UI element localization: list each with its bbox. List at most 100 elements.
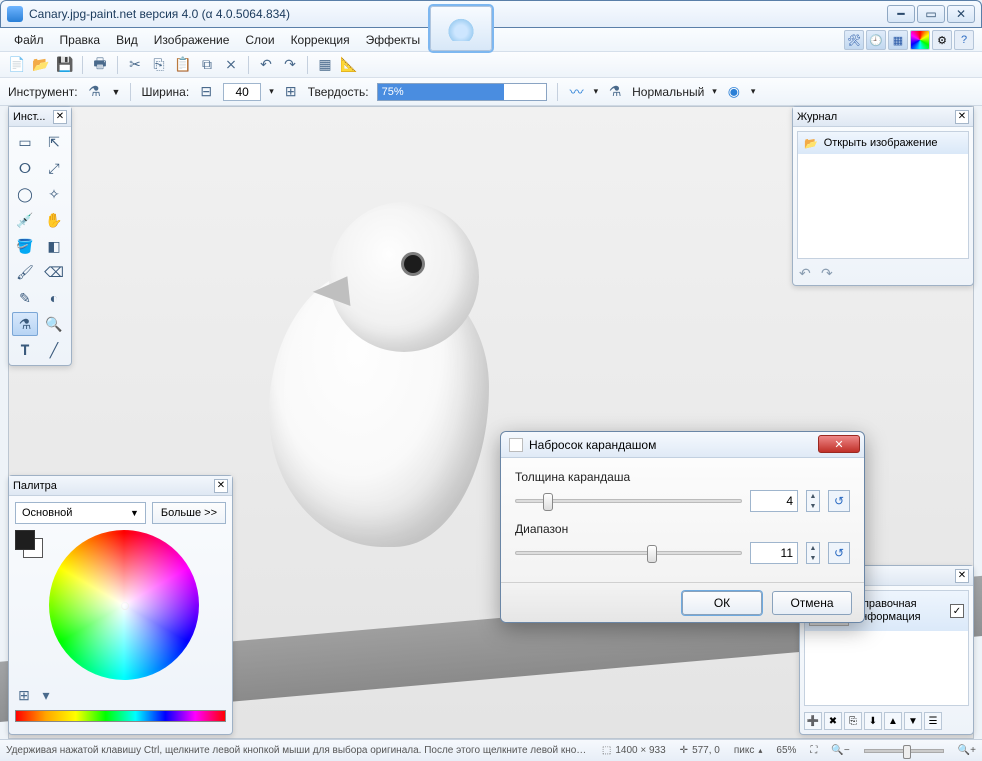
tools-window-toggle-icon[interactable]: 🛠 [844, 30, 864, 50]
color-wheel-picker[interactable] [121, 602, 129, 610]
param2-slider[interactable] [515, 551, 742, 555]
history-window-header[interactable]: Журнал ✕ [793, 107, 973, 127]
open-icon[interactable]: 📂 [32, 56, 50, 74]
tool-brush[interactable]: 🖌 [12, 260, 38, 284]
menu-view[interactable]: Вид [108, 30, 146, 50]
menu-adjust[interactable]: Коррекция [283, 30, 358, 50]
menu-layers[interactable]: Слои [237, 30, 282, 50]
redo-icon[interactable]: ↷ [281, 56, 299, 74]
tool-move-sel[interactable]: ⤢ [41, 156, 67, 180]
history-item[interactable]: 📂 Открыть изображение [798, 132, 968, 154]
save-icon[interactable]: 💾 [56, 56, 74, 74]
hardness-slider[interactable]: 75% [377, 83, 547, 101]
menu-effects[interactable]: Эффекты [358, 30, 429, 50]
history-undo-icon[interactable]: ↶ [799, 265, 817, 281]
history-window[interactable]: Журнал ✕ 📂 Открыть изображение ↶ ↷ [792, 106, 974, 286]
more-button[interactable]: Больше >> [152, 502, 226, 524]
menu-image[interactable]: Изображение [146, 30, 238, 50]
width-decrease-icon[interactable]: ⊟ [197, 83, 215, 101]
deselect-icon[interactable]: ⨯ [222, 56, 240, 74]
history-list[interactable]: 📂 Открыть изображение [797, 131, 969, 259]
width-dropdown-icon[interactable]: ▾ [269, 86, 274, 97]
new-icon[interactable]: 📄 [8, 56, 26, 74]
tools-window[interactable]: Инст... ✕ ▭ ⇱ ⵔ ⤢ ◯ ✧ 💉 ✋ 🪣 ◧ 🖌 ⌫ ✎ ◐ ⚗ … [8, 106, 72, 366]
sampling-icon[interactable]: ◉ [725, 83, 743, 101]
tool-zoom[interactable]: 🔍 [41, 312, 67, 336]
layer-up-icon[interactable]: ▲ [884, 712, 902, 730]
cut-icon[interactable]: ✂ [126, 56, 144, 74]
layer-delete-icon[interactable]: ✖ [824, 712, 842, 730]
current-tool-icon[interactable]: ⚗ [86, 83, 104, 101]
zoom-out-icon[interactable]: 🔍− [831, 745, 849, 756]
width-increase-icon[interactable]: ⊞ [282, 83, 300, 101]
minimize-button[interactable]: ━ [887, 5, 915, 23]
param1-slider[interactable] [515, 499, 742, 503]
grid-icon[interactable]: ▦ [316, 56, 334, 74]
undo-icon[interactable]: ↶ [257, 56, 275, 74]
param1-spinner[interactable]: ▲▼ [806, 490, 820, 512]
param2-reset-icon[interactable]: ↺ [828, 542, 850, 564]
param2-spinner[interactable]: ▲▼ [806, 542, 820, 564]
blend-icon[interactable]: ⚗ [606, 83, 624, 101]
copy-icon[interactable]: ⎘ [150, 56, 168, 74]
colors-window-toggle-icon[interactable] [910, 30, 930, 50]
color-swatches[interactable] [15, 530, 45, 560]
tool-pan[interactable]: ✋ [41, 208, 67, 232]
colors-window-header[interactable]: Палитра ✕ [9, 476, 232, 496]
zoom-slider[interactable] [864, 749, 944, 753]
sampling-dropdown-icon[interactable]: ▾ [751, 86, 756, 97]
layer-add-icon[interactable]: ➕ [804, 712, 822, 730]
paste-icon[interactable]: 📋 [174, 56, 192, 74]
status-units[interactable]: пикс ▴ [734, 745, 763, 756]
history-window-close-icon[interactable]: ✕ [955, 110, 969, 124]
param1-reset-icon[interactable]: ↺ [828, 490, 850, 512]
palette-strip[interactable] [15, 710, 226, 722]
tool-dropdown-icon[interactable]: ▼ [112, 87, 121, 97]
print-icon[interactable]: 🖶 [91, 56, 109, 74]
palette-manage-icon[interactable]: ▾ [37, 686, 55, 704]
effect-dialog[interactable]: Набросок карандашом ✕ Толщина карандаша … [500, 431, 865, 623]
close-button[interactable]: ✕ [947, 5, 975, 23]
blend-dropdown-icon[interactable]: ▾ [712, 86, 717, 97]
status-zoom[interactable]: 65% [776, 745, 796, 756]
param2-input[interactable] [750, 542, 798, 564]
zoom-in-icon[interactable]: 🔍+ [958, 745, 976, 756]
history-window-toggle-icon[interactable]: 🕘 [866, 30, 886, 50]
tool-lasso[interactable]: ⵔ [12, 156, 38, 180]
param1-input[interactable] [750, 490, 798, 512]
tool-pencil[interactable]: ✎ [12, 286, 38, 310]
tool-line[interactable]: ╱ [41, 338, 67, 362]
layer-merge-icon[interactable]: ⬇ [864, 712, 882, 730]
tools-window-close-icon[interactable]: ✕ [53, 110, 67, 124]
tool-text[interactable]: 𝐓 [12, 338, 38, 362]
tool-recolor[interactable]: ◐ [41, 286, 67, 310]
maximize-button[interactable]: ▭ [917, 5, 945, 23]
document-thumb[interactable] [430, 6, 492, 51]
help-icon[interactable]: ? [954, 30, 974, 50]
layer-down-icon[interactable]: ▼ [904, 712, 922, 730]
layers-window-close-icon[interactable]: ✕ [955, 569, 969, 583]
crop-icon[interactable]: ⧉ [198, 56, 216, 74]
tool-eraser[interactable]: ⌫ [41, 260, 67, 284]
aa-dropdown-icon[interactable]: ▾ [594, 86, 599, 97]
colors-window-close-icon[interactable]: ✕ [214, 479, 228, 493]
menu-file[interactable]: Файл [6, 30, 52, 50]
menu-edit[interactable]: Правка [52, 30, 109, 50]
colors-window[interactable]: Палитра ✕ Основной ▼ Больше >> [8, 475, 233, 735]
tool-move[interactable]: ⇱ [41, 130, 67, 154]
color-mode-dropdown[interactable]: Основной ▼ [15, 502, 146, 524]
blend-label[interactable]: Нормальный [632, 85, 704, 99]
layer-props-icon[interactable]: ☰ [924, 712, 942, 730]
zoom-fit-icon[interactable]: ⛶ [810, 745, 817, 756]
ruler-icon[interactable]: 📐 [340, 56, 358, 74]
layer-duplicate-icon[interactable]: ⎘ [844, 712, 862, 730]
dialog-close-button[interactable]: ✕ [818, 435, 860, 453]
history-redo-icon[interactable]: ↷ [821, 265, 839, 281]
tool-clone[interactable]: ⚗ [12, 312, 38, 336]
color-wheel[interactable] [49, 530, 199, 680]
primary-color-swatch[interactable] [15, 530, 35, 550]
palette-add-icon[interactable]: ⊞ [15, 686, 33, 704]
cancel-button[interactable]: Отмена [772, 591, 852, 615]
antialias-icon[interactable]: 〰 [568, 83, 586, 101]
dialog-titlebar[interactable]: Набросок карандашом ✕ [501, 432, 864, 458]
